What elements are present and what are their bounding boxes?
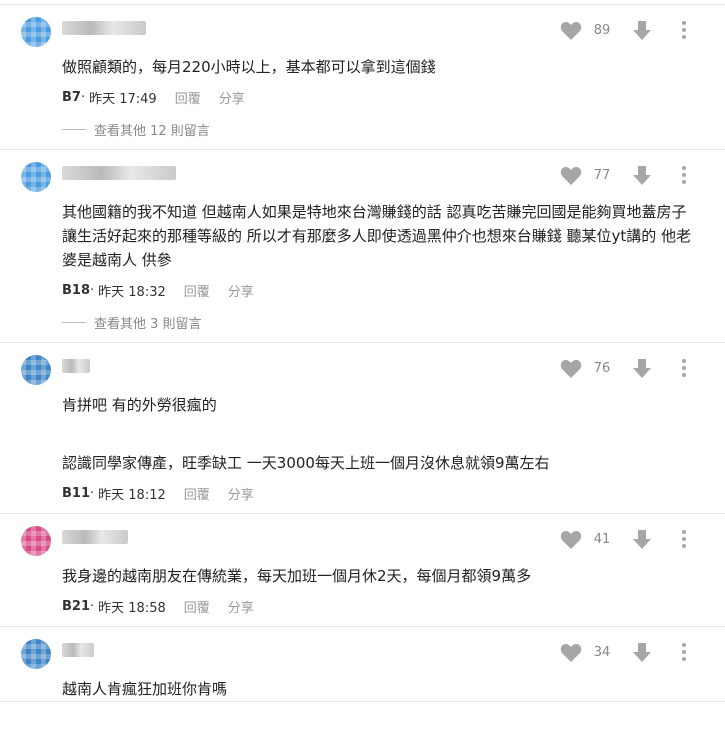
comment-meta: B18 · 昨天 18:32 回覆 分享 <box>62 280 725 300</box>
comment-actions: 41 <box>559 528 695 550</box>
comment-item: 41 我身邊的越南朋友在傳統業，每天加班一個月休2天，每個月都領9萬多 B21 … <box>0 514 725 627</box>
reply-button[interactable]: 回覆 <box>184 281 210 300</box>
avatar[interactable] <box>21 162 51 192</box>
view-more-replies-label: 查看其他 3 則留言 <box>94 316 202 332</box>
more-vertical-icon[interactable] <box>673 19 695 41</box>
avatar[interactable] <box>21 17 51 47</box>
comment-text: 做照顧類的，每月220小時以上，基本都可以拿到這個錢 <box>62 55 695 79</box>
separator-dot: · <box>90 282 95 298</box>
like-count: 41 <box>593 531 611 547</box>
comment-item: 76 肯拼吧 有的外勞很瘋的 認識同學家傳產，旺季缺工 一天3000每天上班一個… <box>0 343 725 514</box>
timestamp: 昨天 18:58 <box>98 600 166 616</box>
avatar[interactable] <box>21 355 51 385</box>
floor-label: B21 <box>62 598 90 614</box>
comment-actions: 34 <box>559 641 695 663</box>
reply-button[interactable]: 回覆 <box>184 597 210 616</box>
separator-dot: · <box>90 485 95 501</box>
share-button[interactable]: 分享 <box>228 597 254 616</box>
reply-button[interactable]: 回覆 <box>175 88 201 107</box>
username-blurred[interactable] <box>62 166 176 180</box>
comment-meta: B21 · 昨天 18:58 回覆 分享 <box>62 596 725 616</box>
like-count: 34 <box>593 644 611 660</box>
comment-line: 認識同學家傳產，旺季缺工 一天3000每天上班一個月沒休息就領9萬左右 <box>62 454 550 472</box>
heart-icon[interactable] <box>559 164 583 186</box>
comment-actions: 77 <box>559 164 695 186</box>
heart-icon[interactable] <box>559 357 583 379</box>
comment-text: 我身邊的越南朋友在傳統業，每天加班一個月休2天，每個月都領9萬多 <box>62 564 695 588</box>
avatar[interactable] <box>21 639 51 669</box>
comment-actions: 76 <box>559 357 695 379</box>
dash-line <box>62 321 86 323</box>
comment-item: 89 做照顧類的，每月220小時以上，基本都可以拿到這個錢 B7 · 昨天 17… <box>0 5 725 150</box>
dash-line <box>62 128 86 130</box>
comment-line: 越南人肯瘋狂加班你肯嗎 <box>62 680 228 698</box>
heart-icon[interactable] <box>559 641 583 663</box>
more-vertical-icon[interactable] <box>673 357 695 379</box>
share-button[interactable]: 分享 <box>228 484 254 503</box>
comment-line: 肯拼吧 有的外勞很瘋的 <box>62 396 217 414</box>
thumbs-down-arrow-icon[interactable] <box>631 19 653 41</box>
comment-line: 其他國籍的我不知道 但越南人如果是特地來台灣賺錢的話 認真吃苦賺完回國是能夠買地… <box>62 203 692 269</box>
share-button[interactable]: 分享 <box>219 88 245 107</box>
heart-icon[interactable] <box>559 19 583 41</box>
more-vertical-icon[interactable] <box>673 641 695 663</box>
comment-line <box>62 417 695 441</box>
like-count: 76 <box>593 360 611 376</box>
comment-line: 我身邊的越南朋友在傳統業，每天加班一個月休2天，每個月都領9萬多 <box>62 567 532 585</box>
comment-text: 其他國籍的我不知道 但越南人如果是特地來台灣賺錢的話 認真吃苦賺完回國是能夠買地… <box>62 200 695 272</box>
view-more-replies-label: 查看其他 12 則留言 <box>94 123 210 139</box>
view-more-replies-link[interactable]: 查看其他 3 則留言 <box>62 312 725 332</box>
like-count: 77 <box>593 167 611 183</box>
avatar[interactable] <box>21 526 51 556</box>
username-blurred[interactable] <box>62 21 146 35</box>
comment-text: 越南人肯瘋狂加班你肯嗎 <box>62 677 695 701</box>
floor-label: B11 <box>62 485 90 501</box>
like-count: 89 <box>593 22 611 38</box>
reply-button[interactable]: 回覆 <box>184 484 210 503</box>
more-vertical-icon[interactable] <box>673 164 695 186</box>
comment-item: 77 其他國籍的我不知道 但越南人如果是特地來台灣賺錢的話 認真吃苦賺完回國是能… <box>0 150 725 343</box>
thumbs-down-arrow-icon[interactable] <box>631 641 653 663</box>
share-button[interactable]: 分享 <box>228 281 254 300</box>
heart-icon[interactable] <box>559 528 583 550</box>
separator-dot: · <box>90 598 95 614</box>
comment-actions: 89 <box>559 19 695 41</box>
comment-meta: B11 · 昨天 18:12 回覆 分享 <box>62 483 725 503</box>
more-vertical-icon[interactable] <box>673 528 695 550</box>
thumbs-down-arrow-icon[interactable] <box>631 357 653 379</box>
separator-dot: · <box>80 89 86 105</box>
comment-text: 肯拼吧 有的外勞很瘋的 認識同學家傳產，旺季缺工 一天3000每天上班一個月沒休… <box>62 393 695 475</box>
username-blurred[interactable] <box>62 643 94 657</box>
timestamp: 昨天 18:12 <box>98 487 166 503</box>
comment-line: 做照顧類的，每月220小時以上，基本都可以拿到這個錢 <box>62 58 436 76</box>
timestamp: 昨天 18:32 <box>98 284 166 300</box>
comment-meta: B7 · 昨天 17:49 回覆 分享 <box>62 87 725 107</box>
username-blurred[interactable] <box>62 530 128 544</box>
floor-label: B7 <box>62 89 81 105</box>
thumbs-down-arrow-icon[interactable] <box>631 528 653 550</box>
floor-label: B18 <box>62 282 90 298</box>
username-blurred[interactable] <box>62 359 90 373</box>
timestamp: 昨天 17:49 <box>89 91 157 107</box>
view-more-replies-link[interactable]: 查看其他 12 則留言 <box>62 119 725 139</box>
thumbs-down-arrow-icon[interactable] <box>631 164 653 186</box>
comment-item: 34 越南人肯瘋狂加班你肯嗎 <box>0 627 725 702</box>
